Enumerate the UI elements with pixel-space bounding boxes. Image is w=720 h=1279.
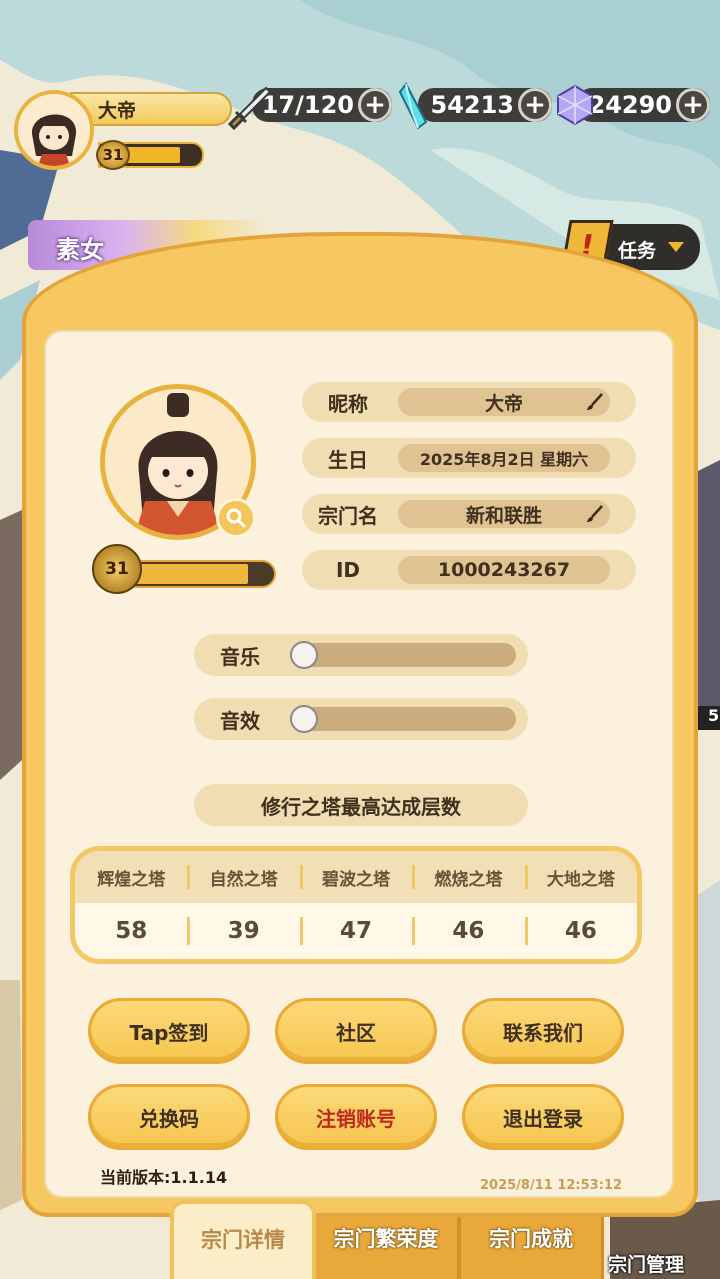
nickname-value: 大帝 — [484, 392, 523, 415]
tower-name: 碧波之塔 — [299, 851, 412, 903]
nickname-row: 昵称 大帝 — [302, 382, 636, 422]
app-version: 当前版本:1.1.14 — [100, 1168, 228, 1187]
tab-prosperity-label: 宗门繁荣度 — [333, 1227, 439, 1251]
music-slider[interactable] — [290, 641, 516, 669]
id-label: ID — [335, 558, 361, 582]
music-row: 音乐 — [194, 634, 528, 676]
sect-name-value: 新和联胜 — [465, 504, 542, 527]
magnify-button[interactable] — [216, 498, 256, 538]
tab-details[interactable]: 宗门详情 — [170, 1200, 316, 1279]
logout-button[interactable]: 退出登录 — [462, 1084, 624, 1150]
edit-brush-icon[interactable] — [584, 504, 604, 524]
birthday-field: 2025年8月2日 星期六 — [398, 444, 610, 472]
redeem-code-button[interactable]: 兑换码 — [88, 1084, 250, 1150]
add-crystal-button[interactable]: + — [518, 88, 552, 122]
contact-us-button[interactable]: 联系我们 — [462, 998, 624, 1064]
tower-record-table: 辉煌之塔 自然之塔 碧波之塔 燃烧之塔 大地之塔 58 39 47 46 46 — [70, 846, 642, 964]
tower-name: 大地之塔 — [524, 851, 637, 903]
stamina-value: 17/120 — [261, 91, 354, 119]
player-avatar[interactable] — [14, 90, 94, 170]
tap-signin-button[interactable]: Tap签到 — [88, 998, 250, 1064]
tower-name-row: 辉煌之塔 自然之塔 碧波之塔 燃烧之塔 大地之塔 — [75, 851, 637, 903]
tower-name: 辉煌之塔 — [97, 869, 166, 890]
tower-name: 燃烧之塔 — [412, 851, 524, 903]
search-icon — [226, 508, 246, 528]
sfx-slider-knob[interactable] — [290, 705, 318, 733]
player-level-badge: 31 — [96, 140, 130, 170]
sfx-slider[interactable] — [290, 705, 516, 733]
sect-name-field[interactable]: 新和联胜 — [398, 500, 610, 528]
tower-floor-value: 39 — [187, 903, 299, 959]
nickname-field[interactable]: 大帝 — [398, 388, 610, 416]
sfx-row: 音效 — [194, 698, 528, 740]
quest-label: 任务 — [618, 240, 657, 262]
sect-name-row: 宗门名 新和联胜 — [302, 494, 636, 534]
gem-icon — [557, 84, 593, 126]
sfx-label: 音效 — [220, 708, 260, 733]
chevron-down-icon — [668, 242, 684, 252]
add-gem-button[interactable]: + — [676, 88, 710, 122]
crystal-value: 54213 — [430, 91, 515, 119]
side-badge: 5 — [696, 706, 720, 730]
tower-floor-value: 46 — [524, 903, 637, 959]
music-slider-knob[interactable] — [290, 641, 318, 669]
tab-achievements-label: 宗门成就 — [489, 1227, 573, 1251]
tower-value-row: 58 39 47 46 46 — [75, 903, 637, 959]
tower-floor-value: 46 — [412, 903, 524, 959]
id-value: 1000243267 — [437, 559, 571, 581]
id-row: ID 1000243267 — [302, 550, 636, 590]
birthday-row: 生日 2025年8月2日 星期六 — [302, 438, 636, 478]
cancel-account-button[interactable]: 注销账号 — [275, 1084, 437, 1150]
player-name: 大帝 — [98, 100, 137, 122]
birthday-label: 生日 — [328, 447, 368, 472]
sword-icon — [228, 86, 272, 130]
server-timestamp: 2025/8/11 12:53:12 — [480, 1178, 623, 1193]
nickname-label: 昵称 — [328, 391, 368, 416]
gem-value: 24290 — [588, 91, 673, 119]
tab-details-label: 宗门详情 — [201, 1228, 285, 1252]
tower-floor-value: 58 — [115, 918, 148, 944]
tower-floor-value: 47 — [299, 903, 412, 959]
crystal-counter: 54213 + — [418, 88, 552, 122]
music-label: 音乐 — [220, 644, 260, 669]
id-field: 1000243267 — [398, 556, 610, 584]
character-tag-label: 素女 — [56, 236, 104, 264]
avatar-portrait-icon — [18, 94, 90, 166]
add-stamina-button[interactable]: + — [358, 88, 392, 122]
crystal-icon — [398, 82, 428, 130]
sect-name-label: 宗门名 — [318, 503, 378, 528]
profile-level-badge: 31 — [92, 544, 142, 594]
edit-brush-icon[interactable] — [584, 392, 604, 412]
tower-name: 自然之塔 — [187, 851, 299, 903]
birthday-value: 2025年8月2日 星期六 — [419, 450, 589, 469]
community-button[interactable]: 社区 — [275, 998, 437, 1064]
tower-record-title: 修行之塔最高达成层数 — [194, 784, 528, 826]
player-name-bar[interactable] — [70, 92, 232, 126]
tab-management[interactable]: 宗门管理 — [608, 1250, 684, 1277]
gem-counter: 24290 + — [576, 88, 710, 122]
